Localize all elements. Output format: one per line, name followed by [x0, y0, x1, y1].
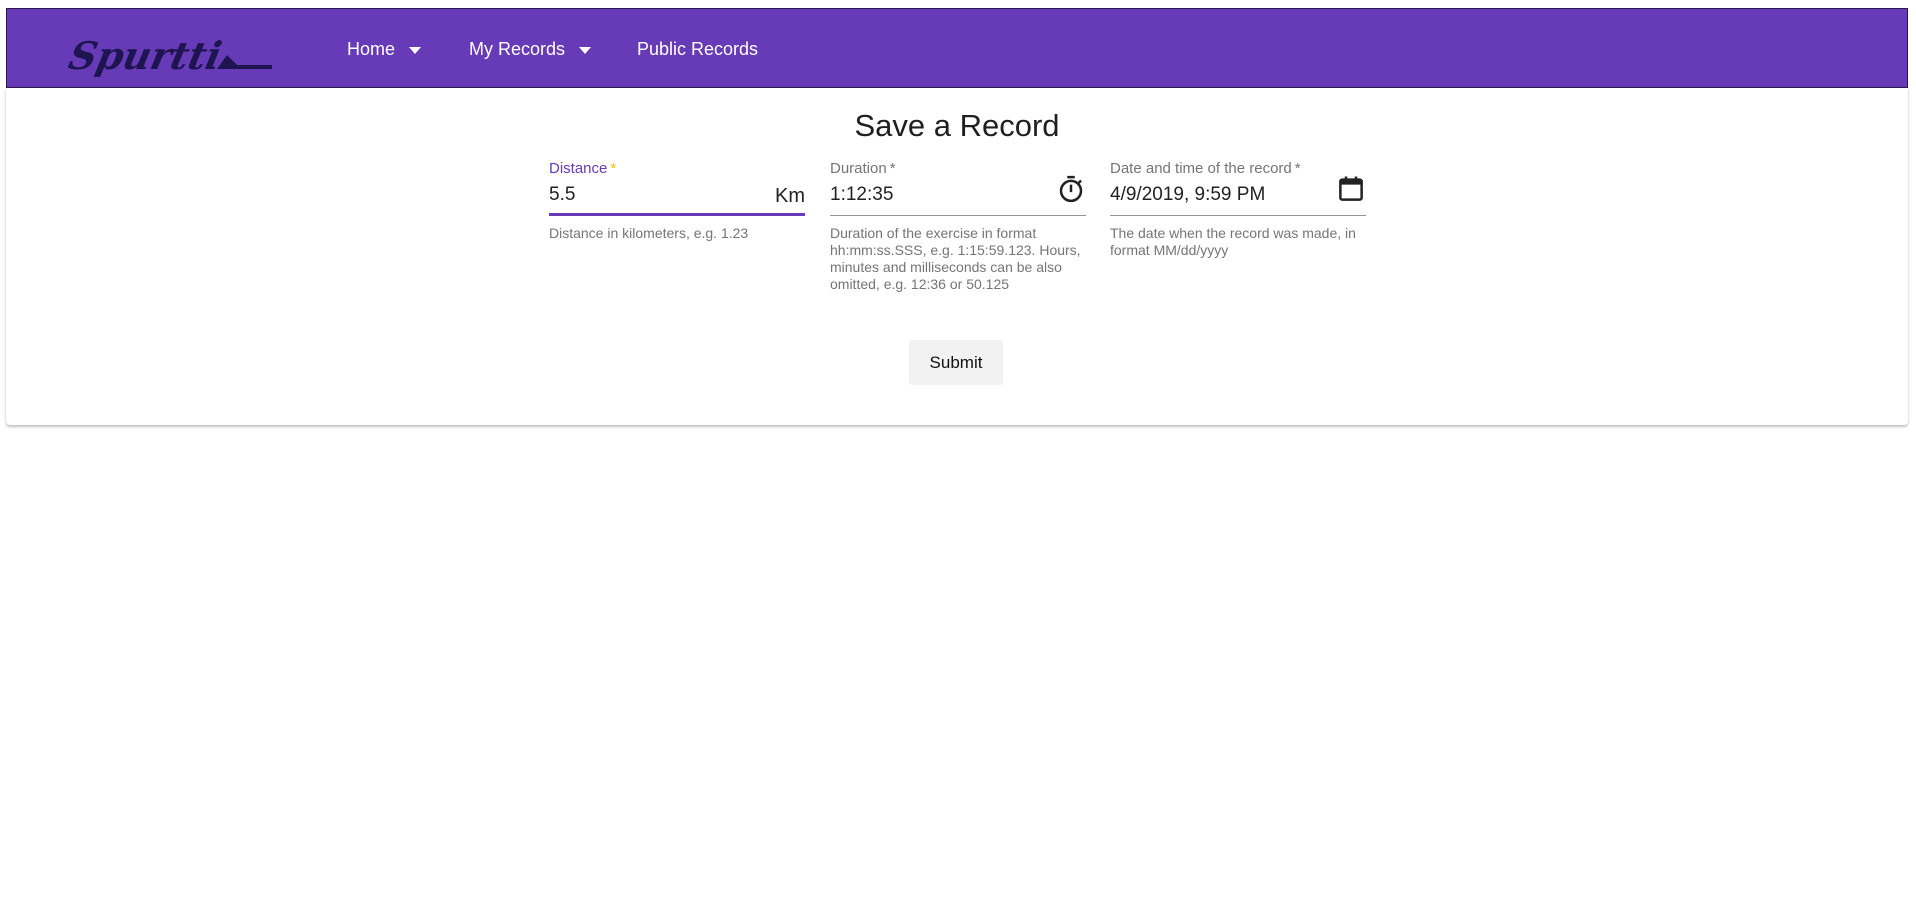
duration-label: Duration *: [830, 160, 1086, 178]
distance-hint: Distance in kilometers, e.g. 1.23: [549, 225, 749, 241]
nav-my-records-label: My Records: [469, 38, 566, 59]
timer-icon[interactable]: [1056, 174, 1086, 204]
nav-home-label: Home: [347, 38, 396, 59]
duration-input[interactable]: [830, 184, 1030, 206]
nav-home[interactable]: Home: [347, 9, 422, 89]
nav-public-records[interactable]: Public Records: [637, 9, 758, 89]
duration-hint: Duration of the exercise in format hh:mm…: [830, 225, 1081, 292]
page-title: Save a Record: [854, 108, 1060, 143]
distance-label-text: Distance: [549, 160, 608, 177]
required-mark: *: [610, 160, 617, 177]
svg-text:Spurtti: Spurtti: [67, 34, 225, 79]
required-mark: *: [1294, 160, 1301, 177]
distance-input[interactable]: [549, 184, 749, 206]
date-input-row: [1110, 176, 1366, 216]
save-record-card: Save a Record Distance* Km Distance in k…: [6, 88, 1908, 425]
distance-input-row: Km: [549, 178, 805, 216]
date-input[interactable]: [1110, 184, 1310, 206]
top-navbar: Spurtti Home My Records Public Records: [6, 8, 1908, 88]
date-label: Date and time of the record *: [1110, 160, 1366, 178]
distance-field: Distance* Km Distance in kilometers, e.g…: [549, 160, 805, 242]
calendar-icon[interactable]: [1336, 174, 1366, 204]
caret-down-icon: [409, 47, 422, 54]
date-field: Date and time of the record* The date wh…: [1110, 160, 1366, 259]
duration-field: Duration* Duration of the exercise in fo…: [830, 160, 1086, 293]
spurtti-logo[interactable]: Spurtti: [67, 31, 277, 81]
distance-label: Distance *: [549, 160, 805, 178]
caret-down-icon: [579, 47, 592, 54]
date-label-text: Date and time of the record: [1110, 160, 1292, 177]
submit-button[interactable]: Submit: [909, 340, 1003, 385]
distance-unit: Km: [775, 185, 805, 207]
nav-public-records-label: Public Records: [637, 38, 759, 59]
duration-label-text: Duration: [830, 160, 887, 177]
required-mark: *: [889, 160, 896, 177]
duration-input-row: [830, 175, 1086, 216]
nav-my-records[interactable]: My Records: [469, 9, 592, 89]
date-hint: The date when the record was made, in fo…: [1110, 225, 1356, 258]
